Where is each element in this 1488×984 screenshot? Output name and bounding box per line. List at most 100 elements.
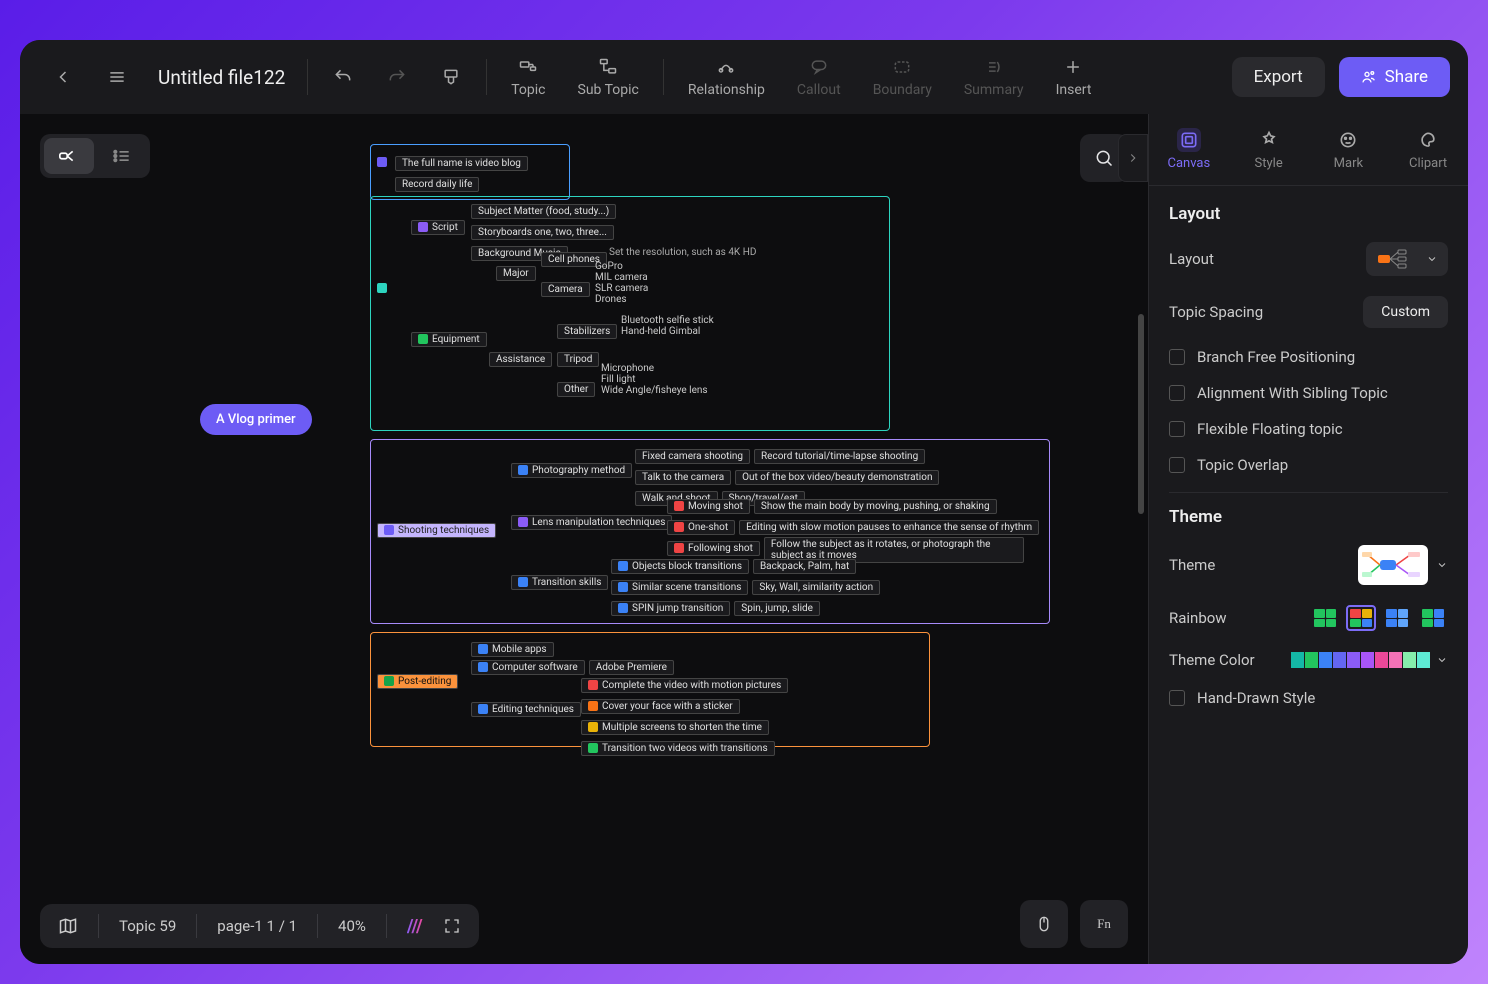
outline-view-button[interactable] [98, 138, 146, 174]
node[interactable]: Post-editing [377, 674, 458, 689]
share-button[interactable]: Share [1339, 57, 1450, 97]
panel-tabs: Canvas Style Mark Clipart [1149, 114, 1468, 186]
node[interactable]: Objects block transitions [611, 559, 749, 574]
leaf[interactable]: Hand-held Gimbal [621, 326, 714, 337]
tab-clipart[interactable]: Clipart [1388, 114, 1468, 185]
node[interactable]: One-shot [667, 520, 735, 535]
node[interactable]: Camera [541, 282, 590, 297]
node[interactable]: Stabilizers [557, 324, 617, 339]
group-intro[interactable]: The full name is video blog Record daily… [370, 144, 570, 200]
tab-mark[interactable]: Mark [1309, 114, 1389, 185]
mindmap-view-button[interactable] [44, 138, 94, 174]
mouse-mode-button[interactable] [1020, 900, 1068, 948]
node[interactable]: Computer software [471, 660, 585, 675]
node[interactable]: Transition two videos with transitions [581, 741, 775, 756]
palette-opt-2[interactable] [1346, 605, 1376, 631]
leaf[interactable]: MIL camera [595, 272, 648, 283]
palette-options [1310, 605, 1448, 631]
node[interactable]: Sky, Wall, similarity action [752, 580, 880, 595]
node[interactable]: Lens manipulation techniques [511, 515, 672, 530]
redo-button[interactable] [372, 60, 422, 94]
node[interactable]: Editing techniques [471, 702, 581, 717]
topic-button[interactable]: Topic [497, 50, 559, 104]
view-toggle [40, 134, 150, 178]
node[interactable]: Major [496, 266, 536, 281]
group-shooting[interactable]: Shooting techniques Photography method F… [370, 439, 1050, 624]
brand-icon[interactable]: /// [407, 916, 423, 937]
node[interactable]: Record daily life [395, 177, 480, 192]
node[interactable]: Storyboards one, two, three... [471, 225, 614, 240]
node[interactable]: Backpack, Palm, hat [753, 559, 856, 574]
check-free-positioning[interactable] [1169, 349, 1185, 365]
scrollbar[interactable] [1138, 314, 1144, 514]
leaf[interactable]: Microphone [601, 363, 708, 374]
collapse-panel-button[interactable] [1118, 134, 1148, 182]
palette-opt-3[interactable] [1382, 605, 1412, 631]
node[interactable]: Assistance [489, 352, 552, 367]
leaf[interactable]: Wide Angle/fisheye lens [601, 385, 708, 396]
node[interactable]: SPIN jump transition [611, 601, 730, 616]
canvas-area[interactable]: A Vlog primer The full name is video blo… [20, 114, 1148, 964]
map-icon[interactable] [58, 916, 78, 936]
node[interactable]: Record tutorial/time-lapse shooting [754, 449, 925, 464]
check-floating[interactable] [1169, 421, 1185, 437]
node[interactable]: Complete the video with motion pictures [581, 678, 788, 693]
callout-button[interactable]: Callout [783, 50, 855, 104]
spacing-button[interactable]: Custom [1363, 296, 1448, 328]
palette-opt-4[interactable] [1418, 605, 1448, 631]
node[interactable]: Fixed camera shooting [635, 449, 750, 464]
node[interactable]: The full name is video blog [395, 156, 528, 171]
node[interactable]: Subject Matter (food, study...) [471, 204, 616, 219]
node[interactable]: Shooting techniques [377, 523, 496, 538]
leaf[interactable]: SLR camera [595, 283, 648, 294]
leaf[interactable]: Fill light [601, 374, 708, 385]
layout-picker[interactable] [1366, 242, 1448, 276]
node[interactable]: Equipment [411, 332, 487, 347]
root-node[interactable]: A Vlog primer [200, 404, 312, 435]
node[interactable]: Spin, jump, slide [734, 601, 820, 616]
tab-canvas[interactable]: Canvas [1149, 114, 1229, 185]
group-editing[interactable]: Post-editing Mobile apps Computer softwa… [370, 632, 930, 747]
format-button[interactable] [426, 60, 476, 94]
page-indicator[interactable]: page-1 1 / 1 [217, 917, 297, 935]
check-overlap[interactable] [1169, 457, 1185, 473]
node[interactable]: Editing with slow motion pauses to enhan… [739, 520, 1039, 535]
theme-preview[interactable] [1358, 545, 1428, 585]
file-title[interactable]: Untitled file122 [158, 66, 285, 89]
leaf[interactable]: GoPro [595, 261, 648, 272]
menu-button[interactable] [92, 60, 142, 94]
leaf[interactable]: Drones [595, 294, 648, 305]
boundary-button[interactable]: Boundary [859, 50, 946, 104]
tab-style[interactable]: Style [1229, 114, 1309, 185]
node[interactable]: Talk to the camera [635, 470, 731, 485]
palette-opt-1[interactable] [1310, 605, 1340, 631]
fn-button[interactable]: Fn [1080, 900, 1128, 948]
back-button[interactable] [38, 60, 88, 94]
node[interactable]: Show the main body by moving, pushing, o… [754, 499, 997, 514]
node[interactable]: Script [411, 220, 465, 235]
color-strip[interactable] [1291, 652, 1430, 668]
insert-button[interactable]: Insert [1042, 50, 1106, 104]
node[interactable]: Similar scene transitions [611, 580, 748, 595]
section-layout: Layout [1169, 204, 1448, 224]
section-theme: Theme [1169, 507, 1448, 527]
node[interactable]: Transition skills [511, 575, 608, 590]
node[interactable]: Multiple screens to shorten the time [581, 720, 769, 735]
summary-button[interactable]: Summary [950, 50, 1038, 104]
zoom-level[interactable]: 40% [338, 917, 366, 935]
node[interactable]: Moving shot [667, 499, 750, 514]
undo-button[interactable] [318, 60, 368, 94]
fullscreen-button[interactable] [443, 917, 461, 935]
check-alignment[interactable] [1169, 385, 1185, 401]
node[interactable]: Cover your face with a sticker [581, 699, 740, 714]
group-prep[interactable]: Script Subject Matter (food, study...) S… [370, 196, 890, 431]
subtopic-button[interactable]: Sub Topic [564, 50, 653, 104]
leaf[interactable]: Bluetooth selfie stick [621, 315, 714, 326]
check-handdrawn[interactable] [1169, 690, 1185, 706]
node[interactable]: Photography method [511, 463, 632, 478]
export-button[interactable]: Export [1232, 57, 1325, 97]
node[interactable]: Other [557, 382, 595, 397]
relationship-button[interactable]: Relationship [674, 50, 779, 104]
node[interactable]: Tripod [557, 352, 599, 367]
node[interactable]: Out of the box video/beauty demonstratio… [735, 470, 939, 485]
